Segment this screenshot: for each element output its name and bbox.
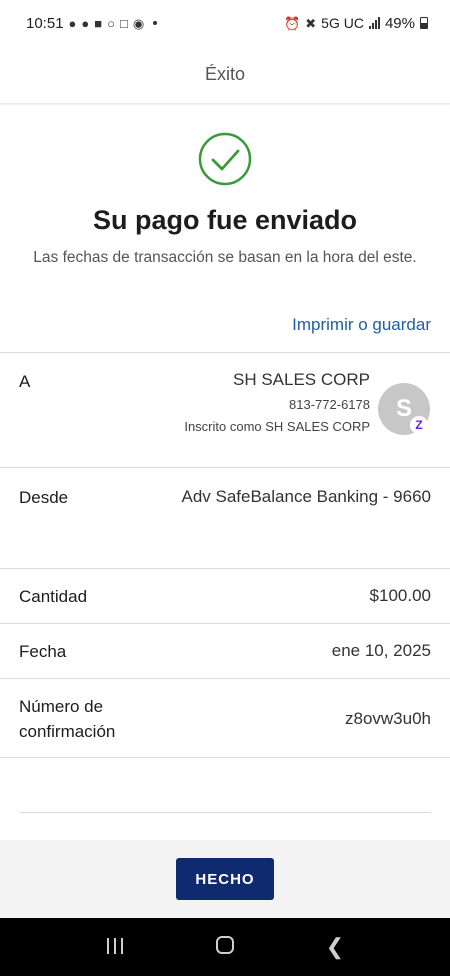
confirmation-value: z8ovw3u0h [344,709,431,728]
system-nav-bar: ❮ [0,918,450,976]
success-title: Su pago fue enviado [92,205,358,235]
whatsapp-icon: ○ [107,15,115,31]
snapchat-icon: ● [68,15,77,31]
from-row: Desde Adv SafeBalance Banking - 9660 [0,467,450,568]
footer: HECHO [0,840,450,918]
messages-icon: ■ [94,15,103,31]
more-notifications-dot [153,21,158,25]
status-left: 10:51 ● ● ■ ○ □ ◉ [26,14,158,32]
avatar-initial: S [395,395,412,422]
snapchat-icon: ● [81,15,90,31]
amount-value: $100.00 [369,586,431,605]
print-or-save-link[interactable]: Imprimir o guardar [292,315,431,335]
date-label: Fecha [19,642,67,661]
confirmation-row: Número de confirmación z8ovw3u0h [0,678,450,758]
done-button[interactable]: HECHO [176,858,274,900]
recents-button[interactable] [85,934,145,960]
recipient-label: A [19,372,31,391]
network-type: 5G UC [321,15,364,31]
zelle-icon: Z [410,416,428,434]
amount-row: Cantidad $100.00 [0,568,450,623]
battery-percent: 49% [384,14,415,32]
check-circle-icon [198,132,252,186]
status-right: ⏰ ✖ 5G UC 49% [284,15,428,32]
signal-icon [368,17,380,29]
amount-label: Cantidad [19,587,88,606]
home-button[interactable] [195,934,255,960]
back-button[interactable]: ❮ [305,934,365,960]
recipient-phone: 813-772-6178 [289,397,370,412]
home-icon [216,936,234,954]
from-value: Adv SafeBalance Banking - 9660 [181,487,431,506]
recipient-row: A SH SALES CORP 813-772-6178 Inscrito co… [0,352,450,467]
divider [19,812,431,813]
alarm-icon: ⏰ [284,15,301,31]
confirmation-label: Número de confirmación [19,697,116,741]
instagram-icon: □ [119,15,128,31]
recipient-name: SH SALES CORP [233,370,370,389]
recipient-enrolled: Inscrito como SH SALES CORP [184,419,370,434]
mute-icon: ✖ [305,15,317,31]
from-label: Desde [19,488,69,507]
page-header: Éxito [0,46,450,104]
date-row: Fecha ene 10, 2025 [0,623,450,678]
page-title: Éxito [204,64,246,84]
zelle-badge-letter: Z [415,418,423,432]
status-time: 10:51 [26,14,64,32]
battery-icon [420,17,428,29]
success-subtitle: Las fechas de transacción se basan en la… [33,249,417,266]
status-bar: 10:51 ● ● ■ ○ □ ◉ ⏰ ✖ 5G UC 49% [0,0,450,46]
confirmation-card: Su pago fue enviado Las fechas de transa… [0,105,450,840]
date-value: ene 10, 2025 [331,641,431,660]
back-icon: ❮ [325,934,345,959]
facebook-icon: ◉ [132,15,145,31]
recents-icon [107,938,123,954]
